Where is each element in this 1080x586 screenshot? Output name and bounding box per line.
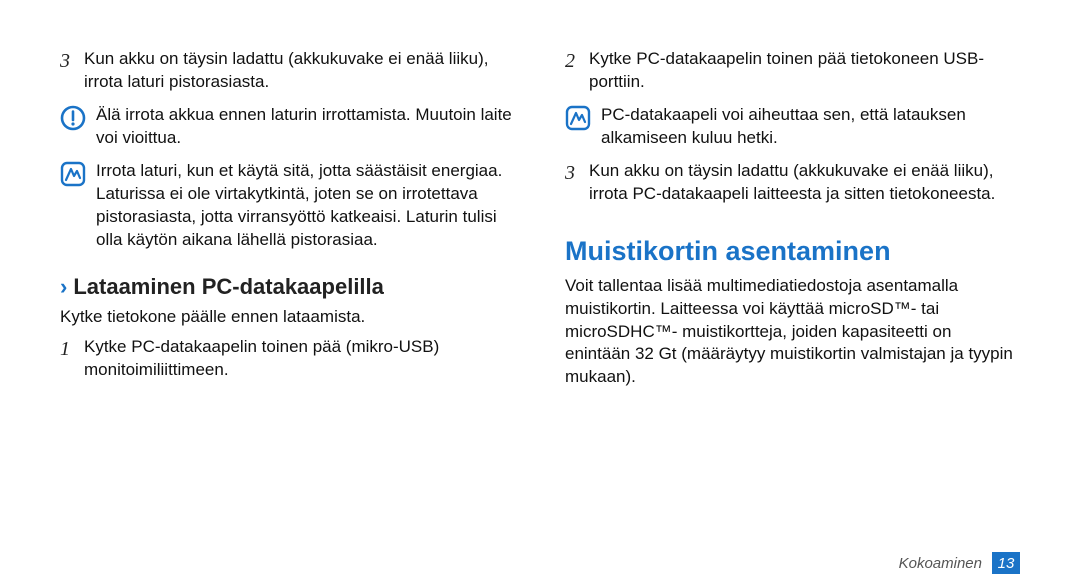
step-text: Kytke PC-datakaapelin toinen pää tietoko… bbox=[589, 48, 1020, 94]
section-heading: Muistikortin asentaminen bbox=[565, 236, 1020, 267]
info-text: PC-datakaapeli voi aiheuttaa sen, että l… bbox=[601, 104, 1020, 150]
info-note: Irrota laturi, kun et käytä sitä, jotta … bbox=[60, 160, 515, 252]
step-item: 3 Kun akku on täysin ladattu (akkukuvake… bbox=[60, 48, 515, 94]
step-number: 3 bbox=[60, 48, 84, 73]
subsection-heading: › Lataaminen PC-datakaapelilla bbox=[60, 274, 515, 300]
chevron-icon: › bbox=[60, 276, 67, 298]
info-icon bbox=[565, 104, 601, 131]
section-body: Voit tallentaa lisää multimediatiedostoj… bbox=[565, 275, 1020, 390]
subsection-title: Lataaminen PC-datakaapelilla bbox=[73, 274, 384, 300]
step-text: Kun akku on täysin ladattu (akkukuvake e… bbox=[589, 160, 1020, 206]
warning-note: Älä irrota akkua ennen laturin irrottami… bbox=[60, 104, 515, 150]
warning-text: Älä irrota akkua ennen laturin irrottami… bbox=[96, 104, 515, 150]
info-note: PC-datakaapeli voi aiheuttaa sen, että l… bbox=[565, 104, 1020, 150]
two-column-layout: 3 Kun akku on täysin ladattu (akkukuvake… bbox=[60, 48, 1020, 397]
footer-section-name: Kokoaminen bbox=[899, 555, 982, 572]
right-column: 2 Kytke PC-datakaapelin toinen pää tieto… bbox=[565, 48, 1020, 397]
step-text: Kytke PC-datakaapelin toinen pää (mikro-… bbox=[84, 336, 515, 382]
step-item: 2 Kytke PC-datakaapelin toinen pää tieto… bbox=[565, 48, 1020, 94]
intro-text: Kytke tietokone päälle ennen lataamista. bbox=[60, 306, 515, 329]
step-number: 2 bbox=[565, 48, 589, 73]
step-item: 1 Kytke PC-datakaapelin toinen pää (mikr… bbox=[60, 336, 515, 382]
step-number: 3 bbox=[565, 160, 589, 185]
manual-page: 3 Kun akku on täysin ladattu (akkukuvake… bbox=[0, 0, 1080, 586]
left-column: 3 Kun akku on täysin ladattu (akkukuvake… bbox=[60, 48, 515, 397]
step-item: 3 Kun akku on täysin ladattu (akkukuvake… bbox=[565, 160, 1020, 206]
page-footer: Kokoaminen 13 bbox=[899, 552, 1020, 574]
step-text: Kun akku on täysin ladattu (akkukuvake e… bbox=[84, 48, 515, 94]
step-number: 1 bbox=[60, 336, 84, 361]
warning-icon bbox=[60, 104, 96, 131]
info-text: Irrota laturi, kun et käytä sitä, jotta … bbox=[96, 160, 515, 252]
footer-page-number: 13 bbox=[992, 552, 1020, 574]
info-icon bbox=[60, 160, 96, 187]
